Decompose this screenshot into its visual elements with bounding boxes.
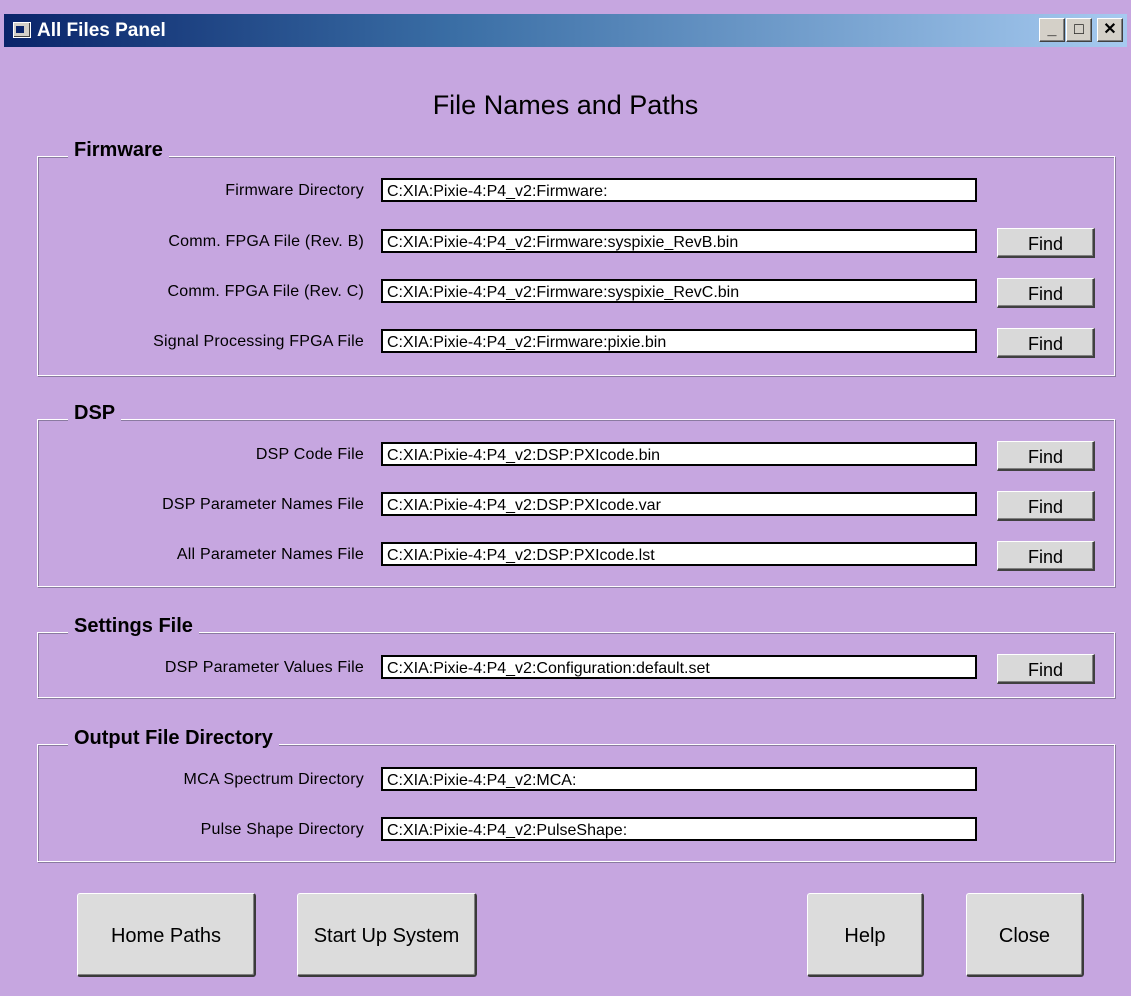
find-all-parameter-names-button[interactable]: Find [997, 541, 1095, 571]
comm-fpga-revb-field[interactable]: C:XIA:Pixie-4:P4_v2:Firmware:syspixie_Re… [381, 229, 977, 253]
settings-group-title: Settings File [68, 615, 199, 638]
mca-spectrum-directory-label: MCA Spectrum Directory [183, 771, 364, 788]
all-parameter-names-label: All Parameter Names File [176, 546, 364, 563]
close-button[interactable]: Close [966, 893, 1084, 977]
home-paths-button[interactable]: Home Paths [77, 893, 256, 977]
start-up-system-button[interactable]: Start Up System [297, 893, 477, 977]
pulse-shape-directory-field[interactable]: C:XIA:Pixie-4:P4_v2:PulseShape: [381, 817, 977, 841]
find-dsp-parameter-values-button[interactable]: Find [997, 654, 1095, 684]
output-directory-group: Output File Directory MCA Spectrum Direc… [37, 727, 1115, 862]
all-files-panel-window: All Files Panel _ □ ✕ File Names and Pat… [0, 0, 1131, 996]
firmware-group: Firmware Firmware Directory C:XIA:Pixie-… [37, 139, 1115, 376]
firmware-directory-label: Firmware Directory [225, 182, 364, 199]
find-signal-processing-fpga-button[interactable]: Find [997, 328, 1095, 358]
firmware-group-title: Firmware [68, 139, 169, 162]
signal-processing-fpga-field[interactable]: C:XIA:Pixie-4:P4_v2:Firmware:pixie.bin [381, 329, 977, 353]
firmware-directory-field[interactable]: C:XIA:Pixie-4:P4_v2:Firmware: [381, 178, 977, 202]
find-dsp-code-file-button[interactable]: Find [997, 441, 1095, 471]
panel-title: File Names and Paths [432, 90, 699, 120]
comm-fpga-revc-label: Comm. FPGA File (Rev. C) [167, 283, 364, 300]
signal-processing-fpga-label: Signal Processing FPGA File [153, 333, 364, 350]
dsp-parameter-names-field[interactable]: C:XIA:Pixie-4:P4_v2:DSP:PXIcode.var [381, 492, 977, 516]
dsp-parameter-values-field[interactable]: C:XIA:Pixie-4:P4_v2:Configuration:defaul… [381, 655, 977, 679]
app-icon [13, 22, 31, 38]
help-button[interactable]: Help [807, 893, 924, 977]
mca-spectrum-directory-field[interactable]: C:XIA:Pixie-4:P4_v2:MCA: [381, 767, 977, 791]
dsp-group-title: DSP [68, 402, 122, 425]
close-window-button[interactable]: ✕ [1097, 18, 1123, 42]
window-title: All Files Panel [37, 20, 166, 41]
dsp-group: DSP DSP Code File C:XIA:Pixie-4:P4_v2:DS… [37, 402, 1115, 587]
find-comm-fpga-revb-button[interactable]: Find [997, 228, 1095, 258]
find-comm-fpga-revc-button[interactable]: Find [997, 278, 1095, 308]
dsp-code-file-label: DSP Code File [255, 446, 364, 463]
comm-fpga-revb-label: Comm. FPGA File (Rev. B) [168, 233, 364, 250]
pulse-shape-directory-label: Pulse Shape Directory [200, 821, 364, 838]
minimize-button[interactable]: _ [1039, 18, 1065, 42]
title-bar[interactable]: All Files Panel _ □ ✕ [4, 14, 1127, 47]
find-dsp-parameter-names-button[interactable]: Find [997, 491, 1095, 521]
maximize-button[interactable]: □ [1066, 18, 1092, 42]
output-directory-group-title: Output File Directory [68, 727, 279, 750]
dsp-parameter-values-label: DSP Parameter Values File [164, 659, 364, 676]
comm-fpga-revc-field[interactable]: C:XIA:Pixie-4:P4_v2:Firmware:syspixie_Re… [381, 279, 977, 303]
dsp-parameter-names-label: DSP Parameter Names File [162, 496, 364, 513]
all-parameter-names-field[interactable]: C:XIA:Pixie-4:P4_v2:DSP:PXIcode.lst [381, 542, 977, 566]
settings-group: Settings File DSP Parameter Values File … [37, 615, 1115, 698]
dsp-code-file-field[interactable]: C:XIA:Pixie-4:P4_v2:DSP:PXIcode.bin [381, 442, 977, 466]
